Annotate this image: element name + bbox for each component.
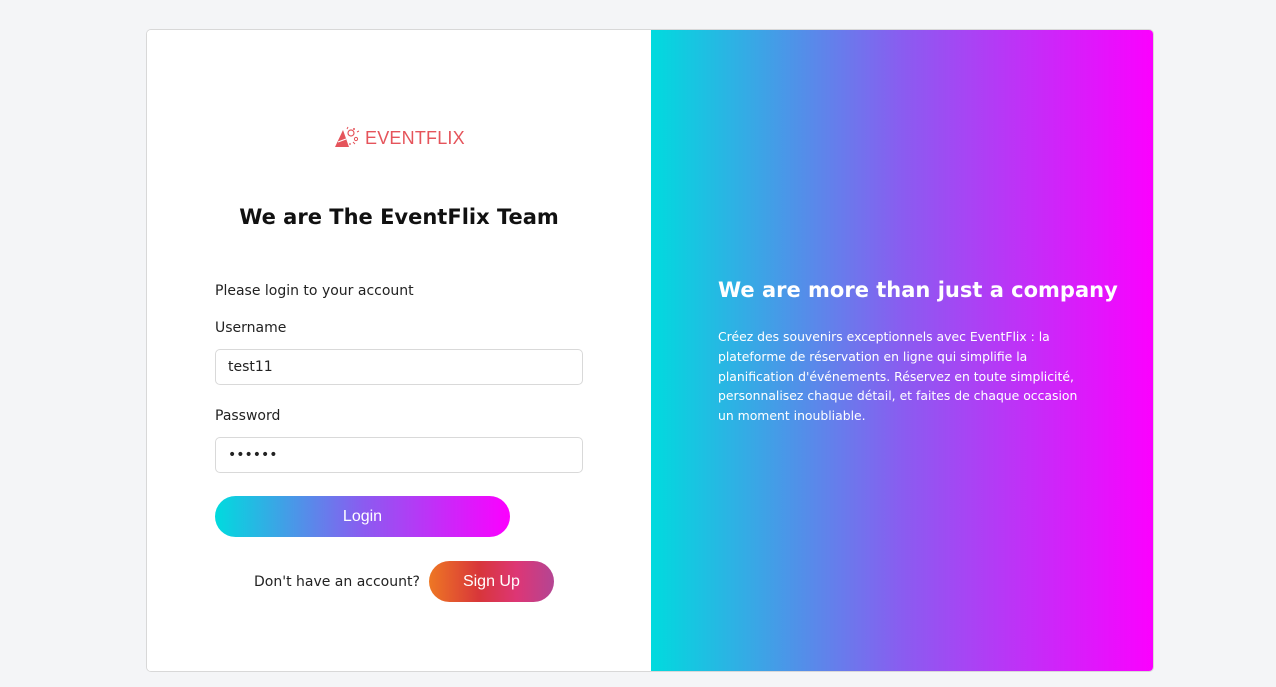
username-label: Username xyxy=(215,320,287,336)
promo-pane: We are more than just a company Créez de… xyxy=(651,30,1153,671)
party-cone-icon xyxy=(335,126,360,147)
login-prompt: Please login to your account xyxy=(215,283,414,299)
brand-name: EVENTFLIX xyxy=(365,127,465,148)
password-label: Password xyxy=(215,408,281,424)
username-input[interactable] xyxy=(215,349,583,385)
promo-title: We are more than just a company xyxy=(718,278,1118,302)
signup-button[interactable]: Sign Up xyxy=(428,561,554,602)
login-card: EVENTFLIX We are The EventFlix Team Plea… xyxy=(146,29,1154,672)
signup-prompt: Don't have an account? xyxy=(254,573,420,590)
login-button[interactable]: Login xyxy=(215,496,510,537)
login-pane: EVENTFLIX We are The EventFlix Team Plea… xyxy=(147,30,651,671)
signup-row: Don't have an account? Sign Up xyxy=(254,561,554,602)
page-title: We are The EventFlix Team xyxy=(239,205,559,229)
brand-logo: EVENTFLIX xyxy=(333,124,465,152)
promo-description: Créez des souvenirs exceptionnels avec E… xyxy=(718,329,1078,424)
password-input[interactable] xyxy=(215,437,583,473)
